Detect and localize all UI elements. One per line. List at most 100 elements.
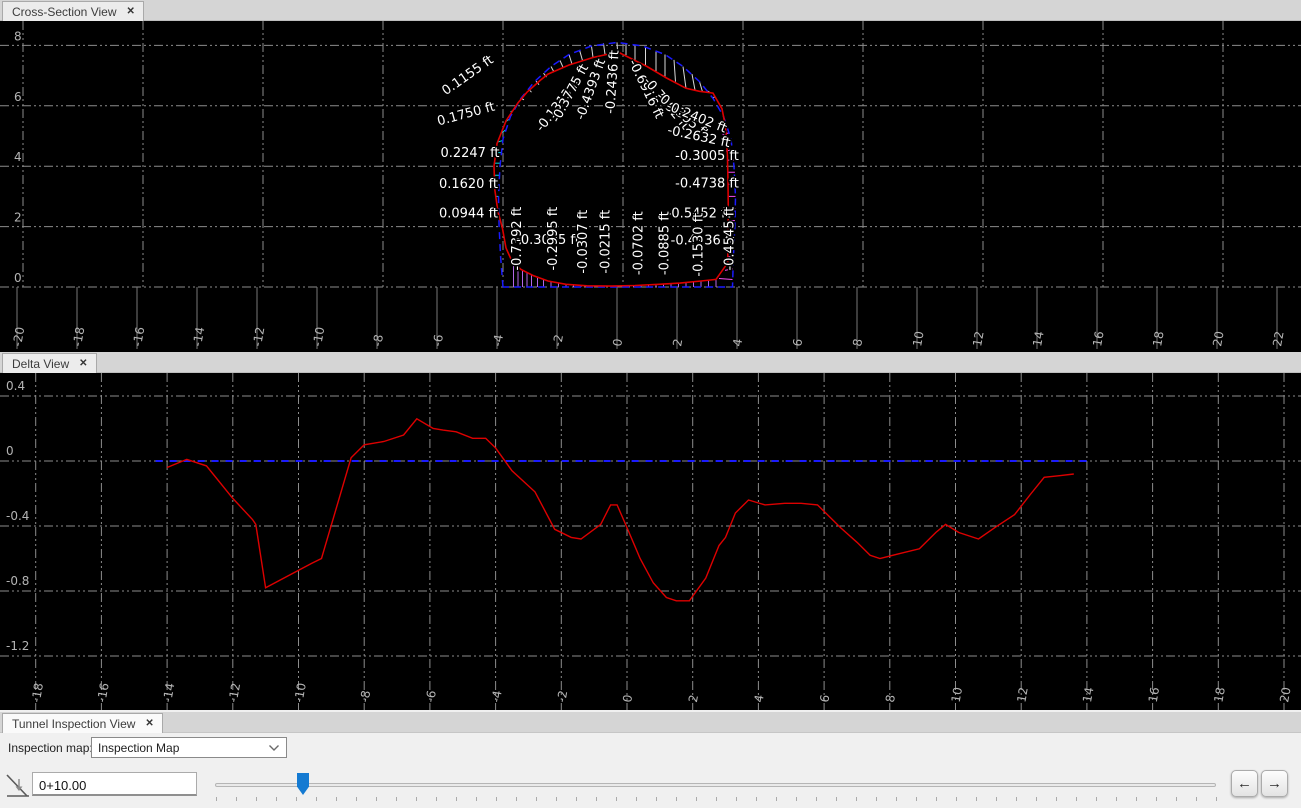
delta-chart: 0.4 0 -0.4 -0.8 -1.2 -18 -16 -14 -12 -10 -8 -6 -4 -2 0… [0,373,1301,710]
slider-tick [1036,797,1037,801]
svg-text:4: 4 [730,338,745,348]
svg-text:16: 16 [1146,686,1162,703]
delta-tabbar: Delta View ✕ [0,352,1301,373]
slider-tick [716,797,717,801]
svg-text:0.1155 ft: 0.1155 ft [439,53,496,99]
svg-text:-0.0215 ft: -0.0215 ft [599,210,614,274]
svg-text:14: 14 [1080,686,1096,703]
svg-text:-1.2: -1.2 [6,639,29,653]
close-icon[interactable]: ✕ [79,358,87,369]
svg-text:4: 4 [752,694,767,704]
slider-tick [336,797,337,801]
svg-text:-2: -2 [550,333,566,347]
svg-text:-0.0702 ft: -0.0702 ft [632,211,647,275]
svg-text:0: 0 [6,444,14,458]
close-icon[interactable]: ✕ [145,718,153,729]
svg-text:-0.2995 ft: -0.2995 ft [546,207,561,271]
slider-tick [656,797,657,801]
svg-text:-0.1530 ft: -0.1530 ft [692,213,707,277]
svg-text:20: 20 [1210,330,1226,347]
tunnel-inspection-panel: Tunnel Inspection View ✕ Inspection map:… [0,710,1301,808]
slider-tick [636,797,637,801]
slider-tick [796,797,797,801]
svg-text:-8: -8 [357,689,373,703]
slider-tick [1116,797,1117,801]
slider-tick [516,797,517,801]
svg-text:10: 10 [949,686,965,703]
inspection-map-dropdown[interactable]: Inspection Map [91,737,287,758]
svg-text:18: 18 [1150,330,1166,347]
cross-section-chart: 86420-20 -18 -16 -14 -12 -10 -8 -6 -4 -2 0 2 4 6 8 10 12… [0,21,1301,349]
svg-text:-0.4: -0.4 [6,509,29,523]
tab-tunnel-inspection-label: Tunnel Inspection View [12,716,136,731]
svg-text:2: 2 [686,694,701,704]
station-slider-thumb[interactable] [297,773,309,795]
station-slope-icon [6,774,29,797]
chevron-down-icon [269,744,279,751]
tab-cross-section-view[interactable]: Cross-Section View ✕ [2,1,144,21]
svg-text:4: 4 [14,150,22,164]
slider-tick [1016,797,1017,801]
svg-text:14: 14 [1030,330,1046,347]
svg-text:-2: -2 [554,689,570,703]
slider-tick [316,797,317,801]
svg-text:-6: -6 [430,333,446,347]
svg-text:0.1620 ft: 0.1620 ft [439,177,498,192]
station-input[interactable] [32,772,197,796]
slider-tick [1076,797,1077,801]
svg-text:-20: -20 [10,326,27,348]
svg-text:-4: -4 [489,689,505,703]
svg-text:-0.3005 ft: -0.3005 ft [675,149,739,164]
svg-text:8: 8 [14,29,22,43]
slider-tick [296,797,297,801]
inspection-map-label: Inspection map: [8,741,93,755]
slider-tick [556,797,557,801]
svg-text:-16: -16 [95,682,112,704]
slider-tick [736,797,737,801]
slider-tick [756,797,757,801]
svg-text:18: 18 [1211,686,1227,703]
svg-text:0.1750 ft: 0.1750 ft [436,100,497,130]
svg-text:-18: -18 [70,326,87,348]
svg-text:-10: -10 [292,682,309,704]
svg-text:12: 12 [970,330,986,347]
slider-tick [216,797,217,801]
svg-text:-16: -16 [130,326,147,348]
svg-text:2: 2 [14,211,22,225]
slider-tick [496,797,497,801]
tunnel-inspection-app: Cross-Section View ✕ 8 6 4 2 0 -20 -18 -16 -14 -1… [0,0,1301,808]
svg-text:0: 0 [14,271,22,285]
previous-station-button[interactable]: ← [1231,770,1258,797]
slider-tick [1216,797,1217,801]
slider-tick [476,797,477,801]
close-icon[interactable]: ✕ [126,6,134,17]
tab-tunnel-inspection-view[interactable]: Tunnel Inspection View ✕ [2,713,163,733]
slider-tick [616,797,617,801]
next-station-button[interactable]: → [1261,770,1288,797]
svg-text:-0.4738 ft: -0.4738 ft [675,176,739,191]
slider-tick [916,797,917,801]
svg-text:-10: -10 [310,326,327,348]
slider-tick [776,797,777,801]
delta-viewport[interactable]: 0.4 0 -0.4 -0.8 -1.2 -18 -16 -14 -12 -10 -8 -6 -4 -2 0… [0,373,1301,710]
svg-text:-12: -12 [250,326,267,348]
slider-tick [936,797,937,801]
svg-text:0.0944 ft: 0.0944 ft [439,207,498,222]
slider-tick [896,797,897,801]
slider-tick [836,797,837,801]
slider-tick [676,797,677,801]
tab-delta-view[interactable]: Delta View ✕ [2,353,97,373]
svg-text:8: 8 [850,338,865,348]
inspection-map-value: Inspection Map [98,740,180,755]
svg-text:-0.0885 ft: -0.0885 ft [658,211,673,275]
tab-delta-label: Delta View [12,356,70,371]
slider-tick [376,797,377,801]
svg-text:20: 20 [1277,686,1293,703]
station-slider-track[interactable] [215,783,1216,787]
cross-section-viewport[interactable]: 8 6 4 2 0 -20 -18 -16 -14 -12 -10 -8 -6 -4 -2 0 2 4 6 8 10 12… [0,21,1301,352]
slider-tick [1196,797,1197,801]
arrow-right-icon: → [1267,775,1282,792]
slider-tick [876,797,877,801]
slider-tick [456,797,457,801]
svg-text:22: 22 [1270,330,1286,347]
